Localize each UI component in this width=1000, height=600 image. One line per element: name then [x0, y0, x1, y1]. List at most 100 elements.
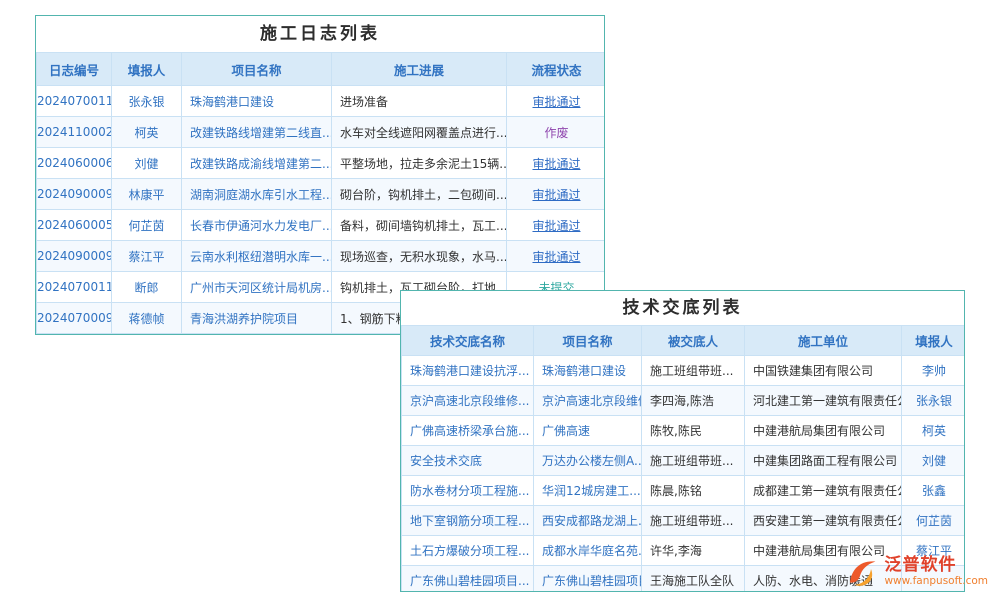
- cell-project[interactable]: 广佛高速: [534, 416, 642, 446]
- cell-status[interactable]: 作废: [507, 117, 606, 148]
- cell-filler[interactable]: 张鑫: [902, 476, 966, 506]
- cell-unit: 中国铁建集团有限公司: [745, 356, 902, 386]
- cell-unit: 成都建工第一建筑有限责任公司: [745, 476, 902, 506]
- cell-progress: 水车对全线遮阳网覆盖点进行...: [332, 117, 507, 148]
- disclosure-header-row: 技术交底名称 项目名称 被交底人 施工单位 填报人: [402, 326, 966, 356]
- cell-filler[interactable]: 断郎: [112, 272, 182, 303]
- cell-filler[interactable]: 刘健: [902, 446, 966, 476]
- cell-id[interactable]: 2024070009: [37, 303, 112, 334]
- cell-status[interactable]: 审批通过: [507, 86, 606, 117]
- column-header-disclosure-briefed: 被交底人: [642, 326, 745, 356]
- cell-filler[interactable]: 何芷茵: [902, 506, 966, 536]
- fanpu-watermark: 泛普软件 www.fanpusoft.com: [844, 554, 988, 590]
- cell-briefed: 许华,李海: [642, 536, 745, 566]
- cell-project[interactable]: 京沪高速北京段维修: [534, 386, 642, 416]
- cell-progress: 进场准备: [332, 86, 507, 117]
- cell-project[interactable]: 万达办公楼左侧A...: [534, 446, 642, 476]
- cell-project[interactable]: 广州市天河区统计局机房...: [182, 272, 332, 303]
- cell-name[interactable]: 安全技术交底: [402, 446, 534, 476]
- cell-briefed: 李四海,陈浩: [642, 386, 745, 416]
- cell-project[interactable]: 珠海鹤港口建设: [534, 356, 642, 386]
- table-row[interactable]: 地下室钢筋分项工程...西安成都路龙湖上...施工班组带班...西安建工第一建筑…: [402, 506, 966, 536]
- cell-name[interactable]: 广东佛山碧桂园项目...: [402, 566, 534, 593]
- cell-filler[interactable]: 何芷茵: [112, 210, 182, 241]
- brand-name: 泛普软件: [884, 556, 988, 575]
- column-header-log-progress: 施工进展: [332, 53, 507, 86]
- cell-filler[interactable]: 柯英: [902, 416, 966, 446]
- column-header-log-status: 流程状态: [507, 53, 606, 86]
- table-row[interactable]: 2024070011张永银珠海鹤港口建设进场准备审批通过: [37, 86, 606, 117]
- log-header-row: 日志编号 填报人 项目名称 施工进展 流程状态: [37, 53, 606, 86]
- column-header-log-project: 项目名称: [182, 53, 332, 86]
- table-row[interactable]: 2024060005何芷茵长春市伊通河水力发电厂...备料，砌间墙钩机排土，瓦工…: [37, 210, 606, 241]
- cell-progress: 现场巡查，无积水现象，水马...: [332, 241, 507, 272]
- cell-progress: 备料，砌间墙钩机排土，瓦工...: [332, 210, 507, 241]
- cell-project[interactable]: 湖南洞庭湖水库引水工程...: [182, 179, 332, 210]
- cell-filler[interactable]: 张永银: [112, 86, 182, 117]
- cell-briefed: 陈晨,陈铭: [642, 476, 745, 506]
- cell-name[interactable]: 防水卷材分项工程施...: [402, 476, 534, 506]
- column-header-disclosure-project: 项目名称: [534, 326, 642, 356]
- cell-filler[interactable]: 刘健: [112, 148, 182, 179]
- cell-project[interactable]: 改建铁路成渝线增建第二...: [182, 148, 332, 179]
- column-header-log-id: 日志编号: [37, 53, 112, 86]
- cell-project[interactable]: 成都水岸华庭名苑...: [534, 536, 642, 566]
- cell-name[interactable]: 珠海鹤港口建设抗浮...: [402, 356, 534, 386]
- cell-filler[interactable]: 林康平: [112, 179, 182, 210]
- table-row[interactable]: 2024060006刘健改建铁路成渝线增建第二...平整场地，拉走多余泥土15辆…: [37, 148, 606, 179]
- table-row[interactable]: 2024110002柯英改建铁路线增建第二线直...水车对全线遮阳网覆盖点进行.…: [37, 117, 606, 148]
- cell-id[interactable]: 2024090009: [37, 241, 112, 272]
- fanpu-logo-icon: [844, 554, 880, 590]
- cell-project[interactable]: 西安成都路龙湖上...: [534, 506, 642, 536]
- column-header-disclosure-unit: 施工单位: [745, 326, 902, 356]
- table-row[interactable]: 安全技术交底万达办公楼左侧A...施工班组带班...中建集团路面工程有限公司刘健: [402, 446, 966, 476]
- cell-briefed: 陈牧,陈民: [642, 416, 745, 446]
- cell-filler[interactable]: 蒋德帧: [112, 303, 182, 334]
- cell-unit: 中建集团路面工程有限公司: [745, 446, 902, 476]
- cell-name[interactable]: 京沪高速北京段维修...: [402, 386, 534, 416]
- cell-project[interactable]: 青海洪湖养护院项目: [182, 303, 332, 334]
- table-row[interactable]: 防水卷材分项工程施...华润12城房建工...陈晨,陈铭成都建工第一建筑有限责任…: [402, 476, 966, 506]
- cell-project[interactable]: 长春市伊通河水力发电厂...: [182, 210, 332, 241]
- tech-disclosure-panel: 技术交底列表 技术交底名称 项目名称 被交底人 施工单位 填报人 珠海鹤港口建设…: [400, 290, 965, 592]
- cell-project[interactable]: 广东佛山碧桂园项目: [534, 566, 642, 593]
- table-row[interactable]: 2024090009蔡江平云南水利枢纽潜明水库一...现场巡查，无积水现象，水马…: [37, 241, 606, 272]
- cell-progress: 砌台阶，钩机排土，二包砌间...: [332, 179, 507, 210]
- cell-unit: 西安建工第一建筑有限责任公司: [745, 506, 902, 536]
- cell-name[interactable]: 土石方爆破分项工程...: [402, 536, 534, 566]
- cell-briefed: 施工班组带班...: [642, 446, 745, 476]
- cell-id[interactable]: 2024110002: [37, 117, 112, 148]
- table-row[interactable]: 珠海鹤港口建设抗浮...珠海鹤港口建设施工班组带班...中国铁建集团有限公司李帅: [402, 356, 966, 386]
- construction-log-title: 施工日志列表: [36, 16, 604, 52]
- cell-name[interactable]: 地下室钢筋分项工程...: [402, 506, 534, 536]
- cell-name[interactable]: 广佛高速桥梁承台施...: [402, 416, 534, 446]
- table-row[interactable]: 京沪高速北京段维修...京沪高速北京段维修李四海,陈浩河北建工第一建筑有限责任公…: [402, 386, 966, 416]
- cell-status[interactable]: 审批通过: [507, 241, 606, 272]
- table-row[interactable]: 广佛高速桥梁承台施...广佛高速陈牧,陈民中建港航局集团有限公司柯英: [402, 416, 966, 446]
- cell-id[interactable]: 2024090009: [37, 179, 112, 210]
- cell-project[interactable]: 华润12城房建工...: [534, 476, 642, 506]
- cell-status[interactable]: 审批通过: [507, 179, 606, 210]
- cell-filler[interactable]: 张永银: [902, 386, 966, 416]
- cell-project[interactable]: 改建铁路线增建第二线直...: [182, 117, 332, 148]
- cell-project[interactable]: 珠海鹤港口建设: [182, 86, 332, 117]
- cell-unit: 中建港航局集团有限公司: [745, 416, 902, 446]
- column-header-log-filler: 填报人: [112, 53, 182, 86]
- cell-briefed: 施工班组带班...: [642, 356, 745, 386]
- cell-project[interactable]: 云南水利枢纽潜明水库一...: [182, 241, 332, 272]
- table-row[interactable]: 2024090009林康平湖南洞庭湖水库引水工程...砌台阶，钩机排土，二包砌间…: [37, 179, 606, 210]
- cell-filler[interactable]: 柯英: [112, 117, 182, 148]
- construction-log-panel: 施工日志列表 日志编号 填报人 项目名称 施工进展 流程状态 202407001…: [35, 15, 605, 335]
- cell-id[interactable]: 2024060005: [37, 210, 112, 241]
- cell-status[interactable]: 审批通过: [507, 210, 606, 241]
- cell-id[interactable]: 2024070011: [37, 272, 112, 303]
- cell-unit: 河北建工第一建筑有限责任公司: [745, 386, 902, 416]
- cell-progress: 平整场地，拉走多余泥土15辆...: [332, 148, 507, 179]
- cell-filler[interactable]: 蔡江平: [112, 241, 182, 272]
- cell-id[interactable]: 2024060006: [37, 148, 112, 179]
- tech-disclosure-table: 技术交底名称 项目名称 被交底人 施工单位 填报人 珠海鹤港口建设抗浮...珠海…: [401, 325, 965, 592]
- cell-filler[interactable]: 李帅: [902, 356, 966, 386]
- cell-status[interactable]: 审批通过: [507, 148, 606, 179]
- cell-id[interactable]: 2024070011: [37, 86, 112, 117]
- watermark-text: 泛普软件 www.fanpusoft.com: [884, 556, 988, 587]
